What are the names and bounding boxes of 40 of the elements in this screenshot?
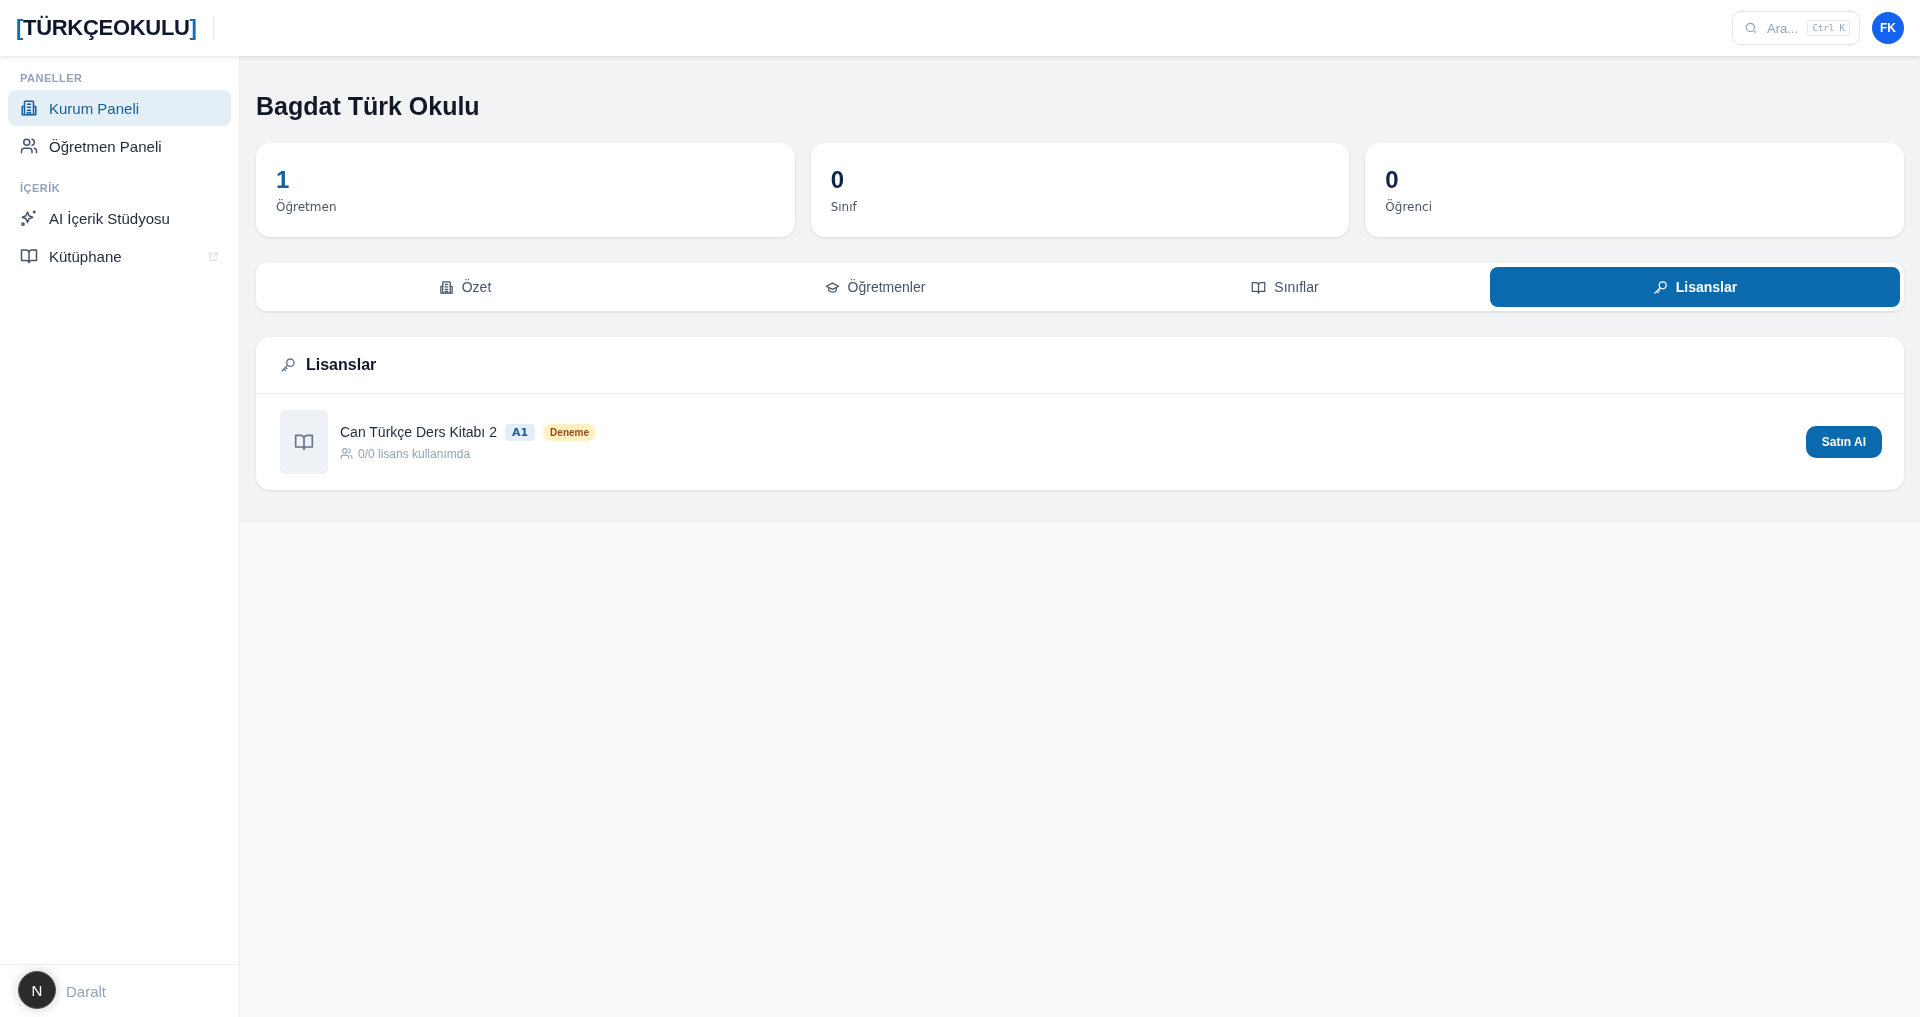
stat-value: 0	[1385, 166, 1400, 194]
sidebar-item[interactable]: AI İçerik Stüdyosu	[8, 200, 231, 236]
book-icon	[20, 247, 38, 265]
stat-label: Öğretmen	[276, 200, 338, 214]
user-avatar[interactable]: FK	[1872, 12, 1904, 44]
external-link-icon	[208, 250, 219, 262]
status-tag: Deneme	[543, 423, 596, 441]
graduation-cap-icon	[824, 279, 840, 295]
users-icon	[20, 137, 38, 155]
usage-text: 0/0 lisans kullanımda	[358, 446, 471, 461]
shortcut-hint: Ctrl K	[1807, 20, 1850, 36]
logo[interactable]: [TÜRKÇEOKULU]	[16, 15, 197, 41]
level-tag: A1	[504, 423, 536, 441]
buy-button[interactable]: Satın Al	[1805, 426, 1882, 458]
key-icon	[280, 357, 296, 373]
users-icon	[340, 447, 353, 460]
key-icon	[1652, 279, 1668, 295]
search-icon	[1744, 21, 1758, 35]
sparkles-icon	[20, 209, 38, 227]
building-icon	[438, 279, 454, 295]
sidebar-item[interactable]: Kütüphane	[8, 238, 231, 274]
book-title: Can Türkçe Ders Kitabı 2	[340, 424, 497, 440]
stat-label: Öğrenci	[1385, 200, 1433, 214]
stat-value: 0	[830, 166, 845, 194]
dev-badge[interactable]: N	[18, 971, 56, 1009]
book-icon	[1251, 279, 1267, 295]
section-heading: PANELLER	[19, 71, 84, 86]
sidebar-item[interactable]: Öğretmen Paneli	[8, 128, 231, 164]
stat-value: 1	[276, 166, 291, 194]
card-title: Lisanslar	[306, 356, 377, 374]
book-icon	[294, 432, 314, 452]
section-heading: İÇERİK	[19, 181, 62, 196]
stat-label: Sınıf	[830, 200, 858, 214]
sidebar-item[interactable]: Kurum Paneli	[8, 90, 231, 126]
tab[interactable]: Özet	[260, 267, 670, 307]
building-icon	[20, 99, 38, 117]
tab[interactable]: Öğretmenler	[670, 267, 1080, 307]
tab[interactable]: Lisanslar	[1490, 267, 1900, 307]
tab[interactable]: Sınıflar	[1080, 267, 1490, 307]
page-title: Bagdat Türk Okulu	[256, 92, 481, 121]
